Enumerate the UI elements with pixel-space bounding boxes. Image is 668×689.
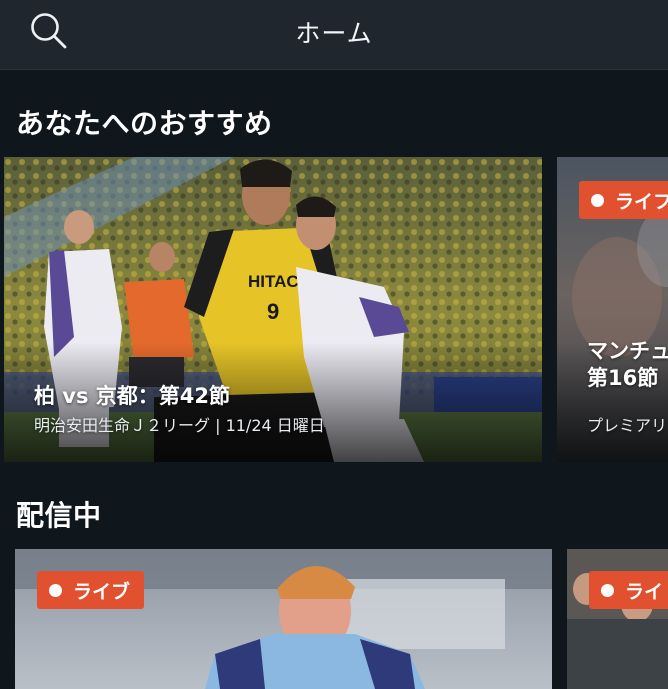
live-badge-label: ライブ (73, 580, 131, 603)
live-badge: ライ (589, 571, 668, 609)
card-subtitle: プレミアリ (587, 416, 668, 435)
section-title-live: 配信中 (16, 499, 102, 532)
live-badge: ライブ (37, 571, 145, 609)
content-card-kashiwa-vs-kyoto[interactable]: HITACHI 9 柏 vs 京都：第42節 明治安田生命Ｊ２リーグ | 11/… (4, 157, 542, 462)
card-title-line: 第16節 (587, 366, 659, 390)
live-badge-label: ライフ (615, 190, 668, 213)
live-badge-label: ライ (625, 580, 664, 603)
svg-text:9: 9 (267, 299, 279, 324)
match-thumbnail (567, 549, 668, 689)
card-title-line: マンチュ (587, 339, 668, 363)
content-card-live-2[interactable]: ライ (567, 549, 668, 689)
live-dot-icon (601, 583, 614, 597)
content-card-live-1[interactable]: ライブ (15, 549, 552, 689)
card-subtitle: 明治安田生命Ｊ２リーグ | 11/24 日曜日 (34, 416, 325, 435)
live-dot-icon (591, 193, 604, 207)
live-badge: ライフ (579, 181, 668, 219)
content-card-premier-league[interactable]: ライフ マンチュ 第16節 プレミアリ (557, 157, 668, 462)
card-title: マンチュ 第16節 (587, 338, 668, 392)
page-title: ホーム (295, 19, 373, 48)
card-title: 柏 vs 京都：第42節 (34, 384, 231, 408)
live-dot-icon (49, 583, 62, 597)
top-app-bar: ホーム (0, 0, 668, 70)
section-title-recommended: あなたへのおすすめ (16, 107, 273, 140)
match-thumbnail (15, 549, 552, 689)
